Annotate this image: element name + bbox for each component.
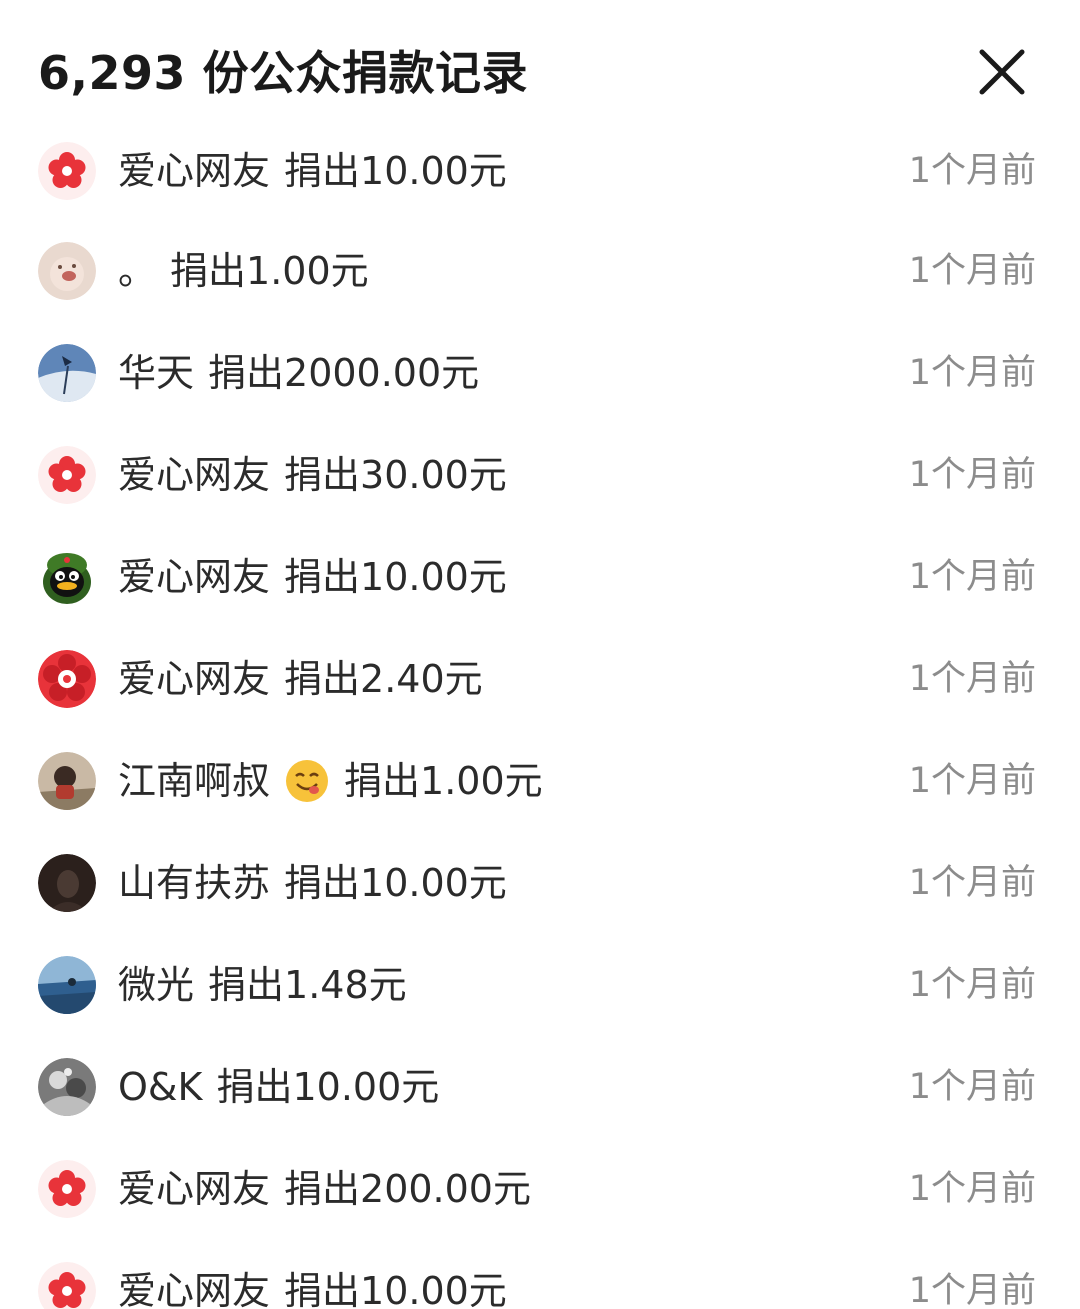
donation-text: 。捐出1.00元: [118, 242, 369, 300]
donation-amount: 捐出10.00元: [284, 861, 507, 905]
list-item[interactable]: 江南啊叔 捐出1.00元 1个月前: [0, 730, 1080, 832]
donation-time: 1个月前: [908, 659, 1036, 699]
avatar: [38, 242, 96, 300]
donation-text: 爱心网友 捐出30.00元: [118, 446, 507, 504]
list-item[interactable]: 山有扶苏 捐出10.00元 1个月前: [0, 832, 1080, 934]
donation-amount: 捐出10.00元: [216, 1065, 440, 1109]
donation-time: 1个月前: [908, 1169, 1036, 1209]
donor-name: 华天: [118, 351, 195, 395]
sheet-header: 6,293 份公众捐款记录: [0, 0, 1080, 140]
donor-name: 爱心网友: [118, 657, 271, 701]
donation-amount: 捐出1.48元: [208, 963, 407, 1007]
donor-name: 。: [118, 249, 157, 293]
avatar: [38, 142, 96, 200]
donor-name: 爱心网友: [118, 149, 271, 193]
donation-text: 爱心网友 捐出10.00元: [118, 548, 507, 606]
donation-amount: 捐出10.00元: [284, 149, 507, 193]
donation-text: 山有扶苏 捐出10.00元: [118, 854, 507, 912]
donor-name: 爱心网友: [118, 1269, 271, 1309]
smiling-face-emoji-icon: [284, 758, 330, 804]
donation-text: 爱心网友 捐出200.00元: [118, 1160, 531, 1218]
page-title: 6,293 份公众捐款记录: [38, 46, 529, 100]
donor-name: 爱心网友: [118, 555, 271, 599]
donation-time: 1个月前: [908, 1271, 1036, 1309]
donation-text: 爱心网友 捐出10.00元: [118, 1262, 507, 1309]
avatar: [38, 956, 96, 1014]
donation-amount: 捐出2.40元: [284, 657, 483, 701]
donation-amount: 捐出10.00元: [284, 1269, 507, 1309]
list-item[interactable]: 爱心网友 捐出200.00元 1个月前: [0, 1138, 1080, 1240]
list-item[interactable]: 华天 捐出2000.00元 1个月前: [0, 322, 1080, 424]
donation-time: 1个月前: [908, 557, 1036, 597]
avatar: [38, 1160, 96, 1218]
donation-text: 微光 捐出1.48元: [118, 956, 407, 1014]
donation-amount: 捐出200.00元: [284, 1167, 531, 1211]
donation-time: 1个月前: [908, 353, 1036, 393]
donation-text: 华天 捐出2000.00元: [118, 344, 479, 402]
donation-records-sheet: 爱心网友 捐出10.00元 1个月前 。捐出1.00元 1个月前 华天 捐出2000…: [0, 0, 1080, 1309]
donation-amount: 捐出2000.00元: [208, 351, 480, 395]
donation-time: 1个月前: [908, 455, 1036, 495]
donor-name: 爱心网友: [118, 453, 271, 497]
list-item[interactable]: 爱心网友 捐出10.00元 1个月前: [0, 526, 1080, 628]
donation-text: O&K 捐出10.00元: [118, 1058, 439, 1116]
donation-text: 江南啊叔 捐出1.00元: [118, 752, 543, 810]
list-item[interactable]: 。捐出1.00元 1个月前: [0, 220, 1080, 322]
donor-name: 爱心网友: [118, 1167, 271, 1211]
donation-amount: 捐出1.00元: [170, 249, 369, 293]
donation-time: 1个月前: [908, 151, 1036, 191]
donation-time: 1个月前: [908, 965, 1036, 1005]
close-icon[interactable]: [974, 44, 1030, 100]
donation-amount: 捐出30.00元: [284, 453, 507, 497]
avatar: [38, 854, 96, 912]
donation-time: 1个月前: [908, 251, 1036, 291]
donation-list[interactable]: 爱心网友 捐出10.00元 1个月前 。捐出1.00元 1个月前 华天 捐出2000…: [0, 0, 1080, 1309]
list-item[interactable]: O&K 捐出10.00元 1个月前: [0, 1036, 1080, 1138]
avatar: [38, 344, 96, 402]
avatar: [38, 650, 96, 708]
donor-name: 山有扶苏: [118, 861, 271, 905]
avatar: [38, 1262, 96, 1309]
donation-amount: 捐出1.00元: [344, 759, 543, 803]
avatar: [38, 446, 96, 504]
donation-time: 1个月前: [908, 761, 1036, 801]
list-item[interactable]: 爱心网友 捐出30.00元 1个月前: [0, 424, 1080, 526]
donation-text: 爱心网友 捐出10.00元: [118, 142, 507, 200]
list-item[interactable]: 爱心网友 捐出10.00元 1个月前: [0, 1240, 1080, 1309]
donation-time: 1个月前: [908, 863, 1036, 903]
list-item[interactable]: 爱心网友 捐出2.40元 1个月前: [0, 628, 1080, 730]
close-button[interactable]: [974, 44, 1030, 100]
donor-name: O&K: [118, 1065, 203, 1109]
donor-name: 微光: [118, 963, 195, 1007]
list-item[interactable]: 微光 捐出1.48元 1个月前: [0, 934, 1080, 1036]
donor-name: 江南啊叔: [118, 759, 271, 803]
donation-text: 爱心网友 捐出2.40元: [118, 650, 483, 708]
avatar: [38, 1058, 96, 1116]
donation-time: 1个月前: [908, 1067, 1036, 1107]
avatar: [38, 548, 96, 606]
donation-amount: 捐出10.00元: [284, 555, 507, 599]
avatar: [38, 752, 96, 810]
